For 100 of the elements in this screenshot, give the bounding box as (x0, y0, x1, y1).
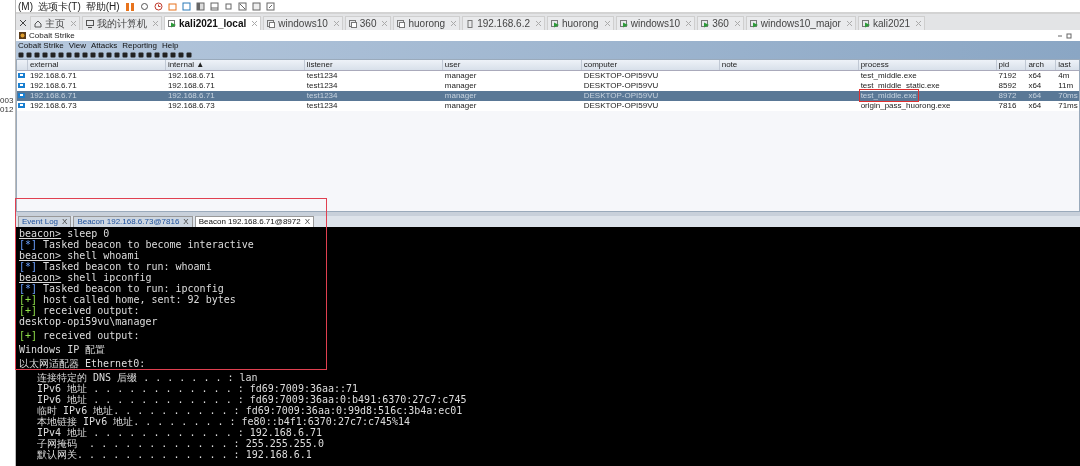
console-line: IPv4 地址 . . . . . . . . . . . . : 192.168.6.71 (36, 427, 323, 438)
vm-icon (397, 19, 406, 28)
table-cell: 192.168.6.71 (29, 91, 77, 100)
console-line: 以太网适配器 Ethernet0: (19, 357, 147, 369)
home-icon (34, 19, 42, 28)
table-cell: x64 (1028, 91, 1042, 100)
table-cell: 192.168.6.71 (29, 71, 77, 80)
table-cell: 4m (1058, 71, 1070, 80)
vm-running-icon (551, 19, 559, 28)
console-line: 临时 IPv6 地址. . . . . . . . . . : fd69:7009:36aa:0:99d8:516c:3b4a:ec01 (36, 405, 464, 416)
menu-item[interactable]: Attacks (91, 41, 118, 51)
table-cell: 8592 (998, 81, 1017, 90)
menu-item[interactable]: View (68, 41, 86, 51)
table-cell: x64 (1028, 81, 1042, 90)
console-line: 本地链接 IPv6 地址. . . . . . . . : fe80::b4f1:6370:27c7:c745%14 (36, 416, 412, 427)
vm-tab[interactable]: windows10_major (745, 16, 856, 30)
vm-tab[interactable]: kali2021 (857, 16, 926, 30)
table-cell: 192.168.6.73 (29, 101, 77, 110)
console-line: 默认网关. . . . . . . . . . . . . : 192.168.6.1 (36, 449, 313, 460)
column-header[interactable]: listener (303, 60, 442, 70)
console-tab[interactable]: Beacon 192.168.6.71@8972 X (194, 216, 315, 227)
layout-icon[interactable] (195, 1, 205, 11)
table-cell: DESKTOP-OPI59VU (583, 91, 659, 100)
console-line: 连接特定的 DNS 后缀 . . . . . . . : lan (36, 371, 259, 383)
console-line: 子网掩码 . . . . . . . . . . . . : 255.255.255.0 (36, 438, 325, 449)
vm-tab[interactable]: windows10 (615, 16, 696, 30)
menu-item[interactable]: 帮助(H) (85, 0, 120, 12)
table-cell: test1234 (306, 101, 338, 110)
column-header[interactable]: pid (995, 60, 1026, 70)
table-cell: 192.168.6.71 (167, 71, 215, 80)
table-cell: test1234 (306, 81, 338, 90)
table-row[interactable]: 192.168.6.71 192.168.6.71 test1234 manager DESKTOP-OPI59VU test_middle_static.exe 8592 x64 11m (17, 81, 1079, 91)
table-cell: DESKTOP-OPI59VU (583, 71, 659, 80)
console-line: beacon> sleep 0 (19, 228, 110, 239)
table-cell: x64 (1028, 101, 1042, 110)
vm-tab[interactable]: kali2021_local (164, 16, 262, 30)
table-cell: test1234 (306, 91, 338, 100)
vm-tab[interactable]: windows10 (263, 16, 343, 30)
vm-tab[interactable]: 主页 (30, 16, 80, 30)
server-icon (466, 19, 475, 28)
console-line: [+] received output: (19, 329, 141, 341)
layout-icon[interactable] (209, 1, 219, 11)
table-cell: test_middle.exe (860, 91, 917, 100)
app-logo-icon (19, 32, 26, 39)
table-cell: origin_pass_huorong.exe (860, 101, 951, 110)
console-line: [+] received output: (19, 305, 140, 316)
table-cell: test_middle.exe (860, 71, 917, 80)
console-line: IPv6 地址 . . . . . . . . . . . . : fd69:7009:36aa::71 (36, 383, 360, 394)
table-row[interactable]: 192.168.6.73 192.168.6.73 test1234 manager DESKTOP-OPI59VU origin_pass_huorong.exe 7816 x64 71ms (17, 101, 1079, 111)
vm-tab[interactable]: 360 (697, 16, 744, 30)
column-header[interactable]: computer (580, 60, 719, 70)
pause-icon[interactable] (124, 1, 135, 11)
vm-icon (348, 19, 357, 28)
console-line: [+] host called home, sent: 92 bytes (19, 294, 237, 305)
vm-tab[interactable]: 192.168.6.2 (462, 16, 545, 30)
console-tab[interactable]: Beacon 192.168.6.73@7816 X (73, 216, 193, 227)
table-cell: 70ms (1058, 91, 1078, 100)
column-header[interactable]: note (718, 60, 858, 70)
console-tab[interactable]: Event Log X (18, 216, 72, 227)
console-line: IPv6 地址 . . . . . . . . . . . . : fd69:7009:36aa:0:b491:6370:27c7:c745 (36, 394, 468, 405)
library-number: 003 (0, 96, 15, 105)
table-row[interactable]: 192.168.6.71 192.168.6.71 test1234 manager DESKTOP-OPI59VU test_middle.exe 7192 x64 4m (17, 71, 1079, 81)
column-header[interactable]: internal ▲ (164, 60, 304, 70)
menu-item[interactable]: (M) (18, 0, 33, 12)
table-cell: manager (444, 91, 477, 100)
split-handle[interactable] (16, 212, 1080, 216)
console-line: desktop-opi59vu\manager (19, 316, 159, 327)
vm-tab[interactable]: 我的计算机 (82, 16, 162, 30)
console-line: Windows IP 配置 (19, 343, 107, 355)
table-cell: 192.168.6.73 (167, 101, 215, 110)
console-line: [*] Tasked beacon to run: whoami (19, 261, 213, 272)
column-header[interactable]: external (26, 60, 165, 70)
table-cell: 192.168.6.71 (29, 81, 77, 90)
vm-running-icon (749, 19, 758, 28)
table-cell: 192.168.6.71 (167, 81, 215, 90)
clock-icon[interactable] (153, 1, 163, 11)
console-line: beacon> shell whoami (19, 250, 141, 261)
table-cell: 71ms (1058, 101, 1078, 110)
vm-running-icon (619, 19, 628, 28)
restore-icon[interactable] (1066, 32, 1072, 39)
library-number: 012 (0, 105, 15, 114)
monitor-icon (86, 19, 94, 28)
table-cell: 7192 (998, 71, 1017, 80)
table-cell: manager (444, 101, 477, 110)
column-header[interactable]: arch (1025, 60, 1056, 70)
menu-item[interactable]: Cobalt Strike (18, 41, 64, 51)
vm-tab[interactable]: 360 (344, 16, 392, 30)
table-cell: DESKTOP-OPI59VU (583, 101, 659, 110)
column-header[interactable]: last (1055, 60, 1080, 70)
menu-item[interactable]: Help (161, 41, 179, 51)
menu-item[interactable]: Reporting (122, 41, 157, 51)
vm-running-icon (701, 19, 710, 28)
menu-item[interactable]: 选项卡(T) (38, 0, 81, 12)
vm-tab[interactable]: huorong (393, 16, 461, 30)
vm-tab[interactable]: huorong (547, 16, 614, 30)
column-header[interactable]: process (857, 60, 996, 70)
table-cell: test1234 (306, 71, 338, 80)
table-cell: test_middle_static.exe (860, 81, 940, 90)
column-header[interactable]: user (441, 60, 581, 70)
table-cell: manager (444, 71, 477, 80)
